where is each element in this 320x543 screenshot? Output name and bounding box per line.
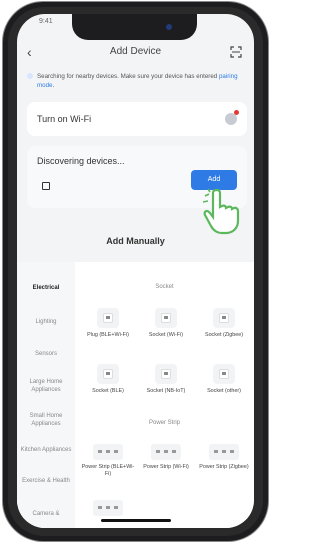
search-note: Searching for nearby devices. Make sure … (27, 72, 247, 90)
socket-icon (213, 308, 235, 328)
device-label: Socket (Wi-Fi) (148, 332, 184, 338)
search-note-text: Searching for nearby devices. Make sure … (37, 73, 218, 80)
category-kitchen-appliances[interactable]: Kitchen Appliances (17, 446, 75, 454)
category-large-home-appliances[interactable]: Large Home Appliances (17, 378, 75, 394)
device-socket-other[interactable]: Socket (other) (195, 364, 253, 395)
device-strip-wifi[interactable]: Power Strip (Wi-Fi) (137, 444, 195, 471)
add-manually-title: Add Manually (106, 236, 165, 246)
category-lighting[interactable]: Lighting (17, 318, 75, 326)
searching-icon (27, 73, 33, 79)
category-electrical[interactable]: Electrical (17, 284, 75, 292)
device-strip-ble-wifi[interactable]: Power Strip (BLE+Wi-Fi) (79, 444, 137, 478)
status-time: 9:41 (39, 18, 53, 25)
discover-label: Discovering devices... (37, 156, 125, 166)
category-camera[interactable]: Camera & (17, 510, 75, 518)
socket-icon (155, 308, 177, 328)
device-socket-ble[interactable]: Socket (BLE) (79, 364, 137, 395)
device-plug-ble-wifi[interactable]: Plug (BLE+Wi-Fi) (79, 308, 137, 339)
group-title-socket: Socket (155, 284, 174, 290)
category-list: Electrical Lighting Sensors Large Home A… (17, 262, 75, 528)
device-label: Power Strip (BLE+Wi-Fi) (81, 464, 135, 477)
category-sensors[interactable]: Sensors (17, 350, 75, 358)
home-indicator[interactable] (101, 519, 171, 522)
alert-badge (234, 110, 239, 115)
category-small-home-appliances[interactable]: Small Home Appliances (17, 412, 75, 428)
camera-icon (166, 24, 172, 30)
header: ‹ Add Device (17, 40, 254, 64)
notch (72, 14, 197, 40)
device-label: Socket (Zigbee) (204, 332, 244, 338)
power-strip-icon (151, 444, 181, 460)
app-screen: 9:41 ‹ Add Device Searching for nearby d… (17, 14, 254, 528)
pointing-hand-icon (202, 188, 240, 235)
device-icon (42, 182, 50, 190)
power-strip-icon (93, 444, 123, 460)
power-strip-icon (93, 500, 123, 516)
scan-icon[interactable] (230, 46, 242, 58)
wifi-label: Turn on Wi-Fi (37, 114, 92, 124)
power-strip-icon (209, 444, 239, 460)
group-title-power-strip: Power Strip (148, 420, 180, 426)
socket-icon (155, 364, 177, 384)
device-strip-more[interactable] (79, 500, 137, 516)
search-note-suffix: . (52, 82, 55, 89)
page-title: Add Device (109, 46, 162, 57)
device-socket-nbiot[interactable]: Socket (NB-IoT) (137, 364, 195, 395)
device-label: Socket (other) (207, 388, 241, 394)
device-label: Power Strip (Zigbee) (199, 464, 249, 470)
wifi-card[interactable]: Turn on Wi-Fi (27, 102, 247, 136)
discover-card: Discovering devices... Add (27, 146, 247, 235)
socket-icon (97, 308, 119, 328)
device-label: Power Strip (Wi-Fi) (143, 464, 189, 470)
device-label: Socket (BLE) (92, 388, 124, 394)
device-socket-zigbee[interactable]: Socket (Zigbee) (195, 308, 253, 339)
device-socket-wifi[interactable]: Socket (Wi-Fi) (137, 308, 195, 339)
socket-icon (213, 364, 235, 384)
device-label: Socket (NB-IoT) (146, 388, 186, 394)
category-exercise-health[interactable]: Exercise & Health (17, 477, 75, 485)
socket-icon (97, 364, 119, 384)
device-label: Plug (BLE+Wi-Fi) (87, 332, 129, 338)
device-catalog: Electrical Lighting Sensors Large Home A… (17, 262, 254, 528)
device-strip-zigbee[interactable]: Power Strip (Zigbee) (195, 444, 253, 471)
